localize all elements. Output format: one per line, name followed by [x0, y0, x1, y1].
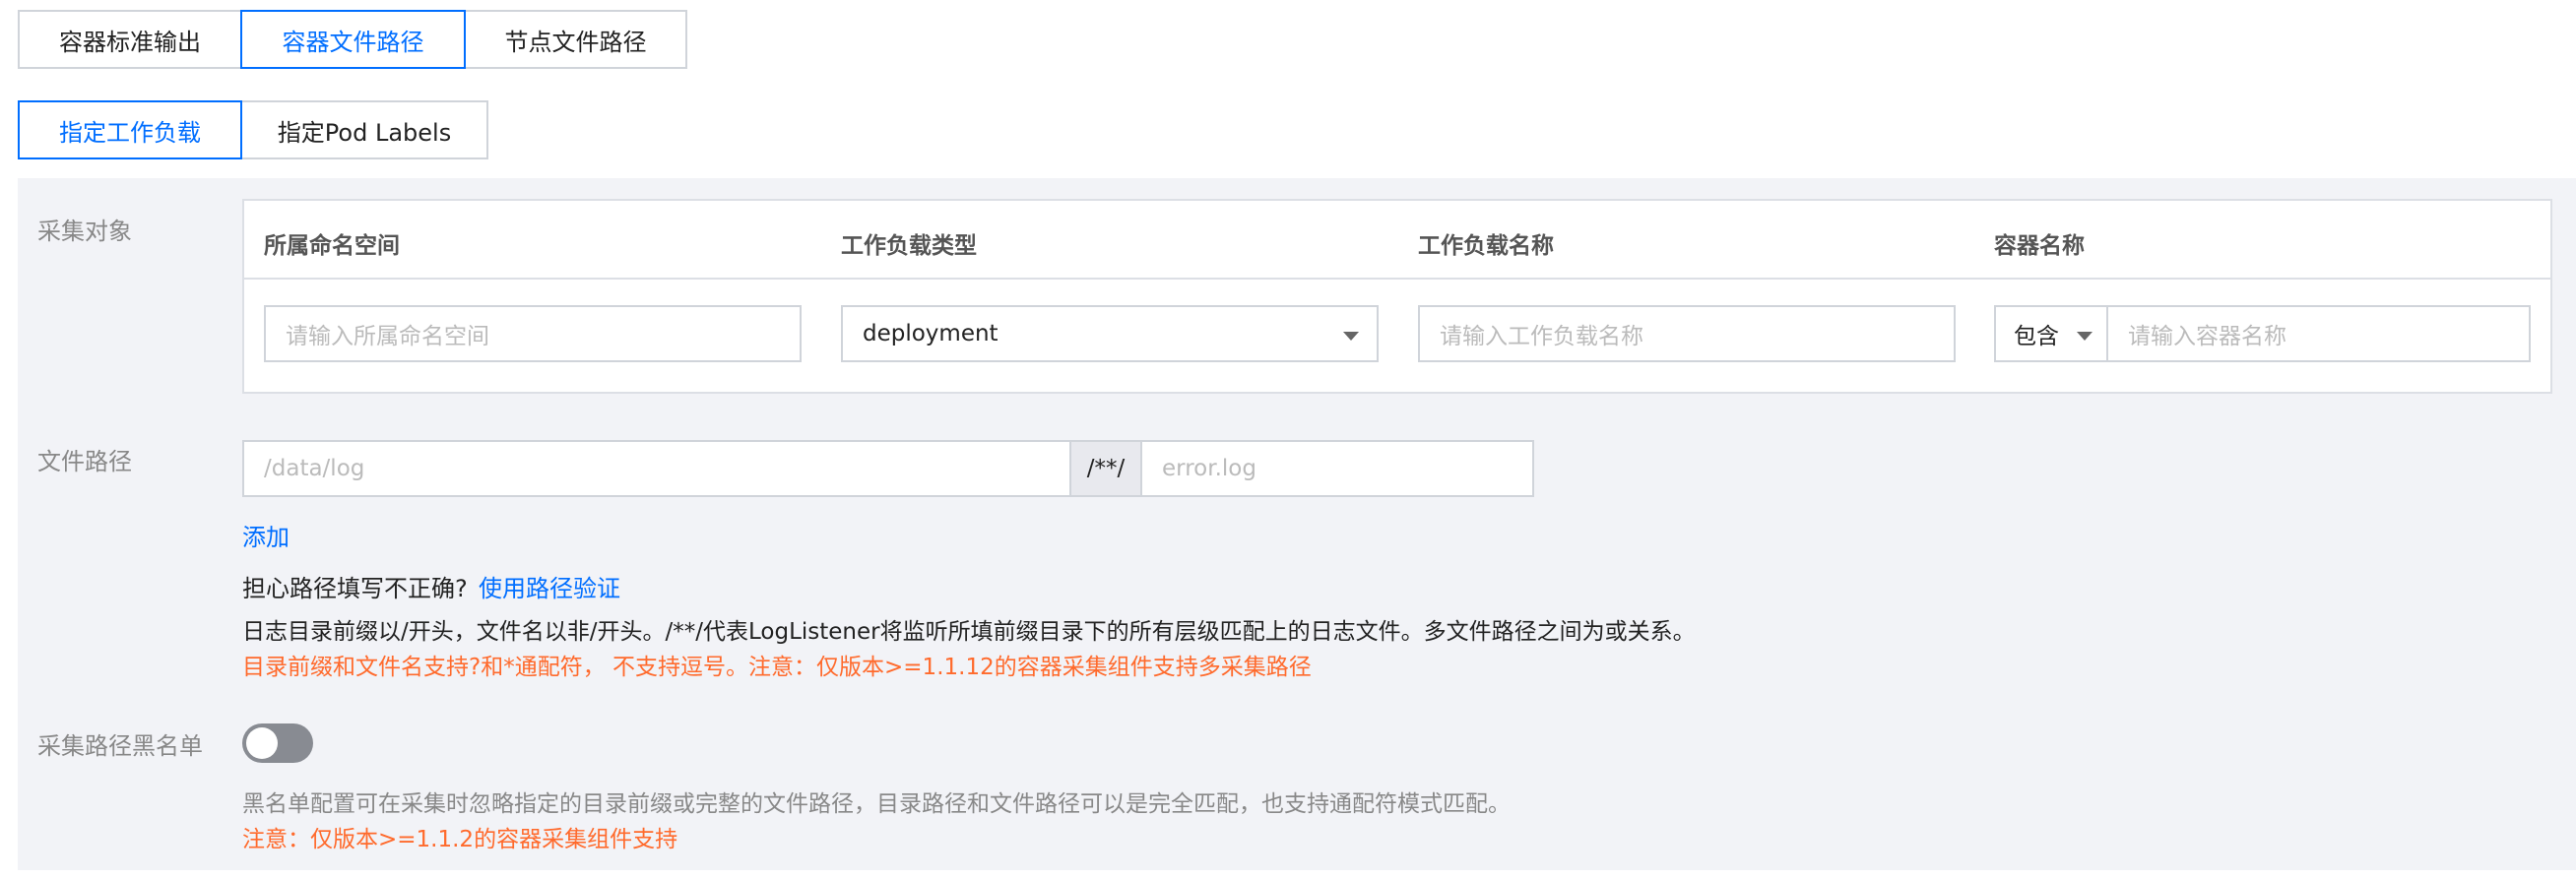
tab-container-file-path[interactable]: 容器文件路径: [240, 10, 466, 69]
chevron-down-icon: [1343, 332, 1359, 341]
file-name-input[interactable]: error.log: [1140, 440, 1534, 497]
workload-name-input[interactable]: 请输入工作负载名称: [1418, 305, 1956, 362]
tab-specify-workload[interactable]: 指定工作负载: [18, 100, 242, 159]
container-name-input[interactable]: 请输入容器名称: [2106, 305, 2531, 362]
workload-type-select[interactable]: deployment: [841, 305, 1379, 362]
table-header: 所属命名空间 工作负载类型 工作负载名称 容器名称: [244, 201, 2550, 280]
add-path-link[interactable]: 添加: [242, 518, 290, 552]
blacklist-warning-text: 注意：仅版本>=1.1.2的容器采集组件支持: [242, 827, 678, 852]
container-match-value: 包含: [2014, 324, 2059, 349]
verify-path-link[interactable]: 使用路径验证: [479, 569, 620, 603]
namespace-input[interactable]: 请输入所属命名空间: [264, 305, 802, 362]
tab-container-stdout[interactable]: 容器标准输出: [18, 10, 242, 69]
header-workload-type: 工作负载类型: [841, 233, 977, 259]
path-hint-text: 日志目录前缀以/开头，文件名以非/开头。/**/代表LogListener将监听…: [242, 619, 1696, 645]
container-match-select[interactable]: 包含: [1994, 305, 2108, 362]
blacklist-hint-text: 黑名单配置可在采集时忽略指定的目录前缀或完整的文件路径，目录路径和文件路径可以是…: [242, 791, 1511, 817]
tab-node-file-path[interactable]: 节点文件路径: [464, 10, 687, 69]
header-workload-name: 工作负载名称: [1418, 233, 1554, 259]
chevron-down-icon: [2077, 332, 2093, 341]
blacklist-toggle[interactable]: [242, 723, 313, 763]
log-source-tabs: 容器标准输出 容器文件路径 节点文件路径: [18, 10, 687, 69]
collect-object-label: 采集对象: [37, 218, 132, 245]
blacklist-label: 采集路径黑名单: [37, 732, 203, 760]
toggle-knob: [246, 727, 278, 759]
collect-object-table: 所属命名空间 工作负载类型 工作负载名称 容器名称 请输入所属命名空间 depl…: [242, 199, 2552, 394]
config-panel: 采集对象 所属命名空间 工作负载类型 工作负载名称 容器名称 请输入所属命名空间…: [18, 178, 2576, 870]
collect-target-tabs: 指定工作负载 指定Pod Labels: [18, 100, 488, 159]
path-question-text: 担心路径填写不正确?: [242, 575, 468, 602]
workload-type-value: deployment: [863, 321, 998, 346]
tab-specify-pod-labels[interactable]: 指定Pod Labels: [240, 100, 488, 159]
path-separator: /**/: [1069, 440, 1142, 497]
header-namespace: 所属命名空间: [264, 233, 400, 259]
path-warning-text: 目录前缀和文件名支持?和*通配符， 不支持逗号。注意：仅版本>=1.1.12的容…: [242, 655, 1312, 680]
dir-prefix-input[interactable]: /data/log: [242, 440, 1071, 497]
file-path-label: 文件路径: [37, 448, 132, 475]
header-container-name: 容器名称: [1994, 233, 2085, 259]
